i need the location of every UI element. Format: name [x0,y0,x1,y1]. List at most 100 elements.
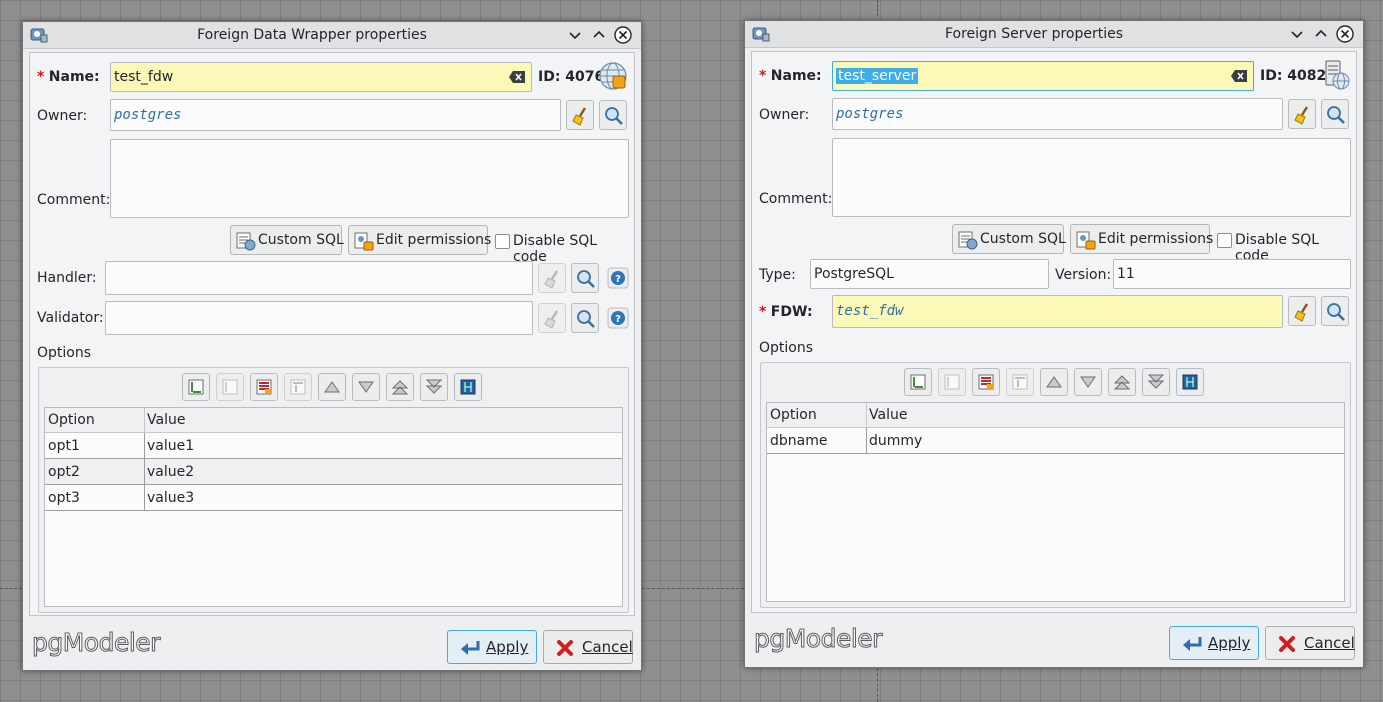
help-icon[interactable]: ? [607,267,629,289]
comment-label: Comment: [759,191,833,207]
options-label: Options [37,345,92,361]
table-row[interactable]: dbname dummy [767,428,1344,454]
comment-textarea[interactable] [832,138,1351,217]
resize-columns-button[interactable] [454,373,482,401]
name-input[interactable]: test_fdw [110,62,532,92]
update-row-icon [290,379,306,395]
fdw-label: * FDW: [759,304,813,320]
fdw-input[interactable]: test_fdw [832,295,1283,328]
help-icon[interactable]: ? [607,307,629,329]
disable-sql-checkbox[interactable] [1217,233,1232,248]
apply-arrow-icon [461,641,480,655]
add-row-icon [188,379,204,395]
validator-clear-button[interactable] [538,303,566,333]
fdw-properties-window[interactable]: Foreign Data Wrapper properties * Name: … [22,21,642,671]
permissions-icon [354,232,374,251]
cancel-button[interactable]: Cancel [1265,626,1355,660]
remove-row-button[interactable] [250,373,278,401]
owner-search-button[interactable] [1321,99,1349,129]
fdw-titlebar[interactable]: Foreign Data Wrapper properties [23,22,641,49]
remove-row-button[interactable] [972,368,1000,396]
type-input[interactable]: PostgreSQL [810,259,1049,289]
window-title: Foreign Data Wrapper properties [197,27,427,43]
clear-broom-icon [572,107,587,126]
edit-row-button[interactable] [216,373,244,401]
move-bottom-button[interactable] [420,373,448,401]
options-table[interactable]: Option Value dbname dummy [766,402,1345,602]
maximize-icon[interactable] [1311,24,1331,44]
version-label: Version: [1055,267,1112,283]
server-properties-window[interactable]: Foreign Server properties * Name: test_s… [744,20,1364,668]
resize-columns-button[interactable] [1176,368,1204,396]
update-row-button[interactable] [284,373,312,401]
custom-sql-icon [236,232,256,251]
add-row-button[interactable] [182,373,210,401]
pgmodeler-app-icon [30,28,48,43]
cancel-x-icon [1279,636,1295,652]
validator-input[interactable] [105,301,533,335]
handler-clear-button[interactable] [538,263,566,293]
clear-text-icon[interactable] [1231,70,1247,82]
validator-search-button[interactable] [571,303,599,333]
foreign-server-icon [1325,60,1350,90]
edit-permissions-button[interactable]: Edit permissions [348,225,491,255]
object-id: ID: 4076 [538,69,605,85]
minimize-icon[interactable] [565,25,585,45]
move-up-button[interactable] [318,373,346,401]
clear-broom-icon [544,270,559,289]
options-table[interactable]: Option Value opt1 value1 opt2 value2 opt… [44,407,623,607]
owner-clear-button[interactable] [566,100,594,130]
column-header-value[interactable]: Value [147,412,185,428]
version-input[interactable]: 11 [1113,259,1351,289]
name-input[interactable]: test_server [832,61,1254,91]
owner-input[interactable]: postgres [832,98,1283,130]
table-row[interactable]: opt3 value3 [45,485,622,511]
update-row-button[interactable] [1006,368,1034,396]
options-label: Options [759,340,814,356]
handler-input[interactable] [105,261,533,295]
table-row[interactable]: opt2 value2 [45,459,622,485]
apply-button[interactable]: Apply [447,630,537,664]
minimize-icon[interactable] [1287,24,1307,44]
move-up-icon [1046,376,1062,388]
owner-search-button[interactable] [599,100,627,130]
fdw-search-button[interactable] [1321,296,1349,326]
handler-search-button[interactable] [571,263,599,293]
edit-permissions-button[interactable]: Edit permissions [1070,224,1213,254]
custom-sql-button[interactable]: Custom SQL [952,224,1066,254]
move-top-button[interactable] [1108,368,1136,396]
apply-button[interactable]: Apply [1169,626,1259,660]
move-top-button[interactable] [386,373,414,401]
comment-textarea[interactable] [110,139,629,218]
edit-row-button[interactable] [938,368,966,396]
table-row[interactable]: opt1 value1 [45,433,622,459]
move-bottom-button[interactable] [1142,368,1170,396]
add-row-button[interactable] [904,368,932,396]
server-titlebar[interactable]: Foreign Server properties [745,21,1363,48]
owner-clear-button[interactable] [1288,99,1316,129]
move-up-button[interactable] [1040,368,1068,396]
search-magnifier-icon [1327,106,1345,124]
pgmodeler-logo: pgModeler [754,624,883,654]
close-icon[interactable] [613,25,633,45]
apply-arrow-icon [1183,637,1202,651]
canvas-guide-vertical-2 [877,668,878,702]
clear-text-icon[interactable] [509,71,525,83]
column-header-value[interactable]: Value [869,407,907,423]
fdw-clear-button[interactable] [1288,296,1316,326]
search-magnifier-icon [577,270,595,288]
move-down-button[interactable] [1074,368,1102,396]
maximize-icon[interactable] [589,25,609,45]
cancel-button[interactable]: Cancel [543,630,633,664]
column-header-option[interactable]: Option [48,412,95,428]
options-group: Option Value dbname dummy [760,362,1351,608]
close-icon[interactable] [1335,24,1355,44]
column-header-option[interactable]: Option [770,407,817,423]
move-down-button[interactable] [352,373,380,401]
clear-broom-icon [1294,303,1309,322]
search-magnifier-icon [605,107,623,125]
custom-sql-button[interactable]: Custom SQL [230,225,344,255]
disable-sql-checkbox[interactable] [495,234,510,249]
move-top-icon [1114,375,1130,390]
owner-input[interactable]: postgres [110,99,561,131]
